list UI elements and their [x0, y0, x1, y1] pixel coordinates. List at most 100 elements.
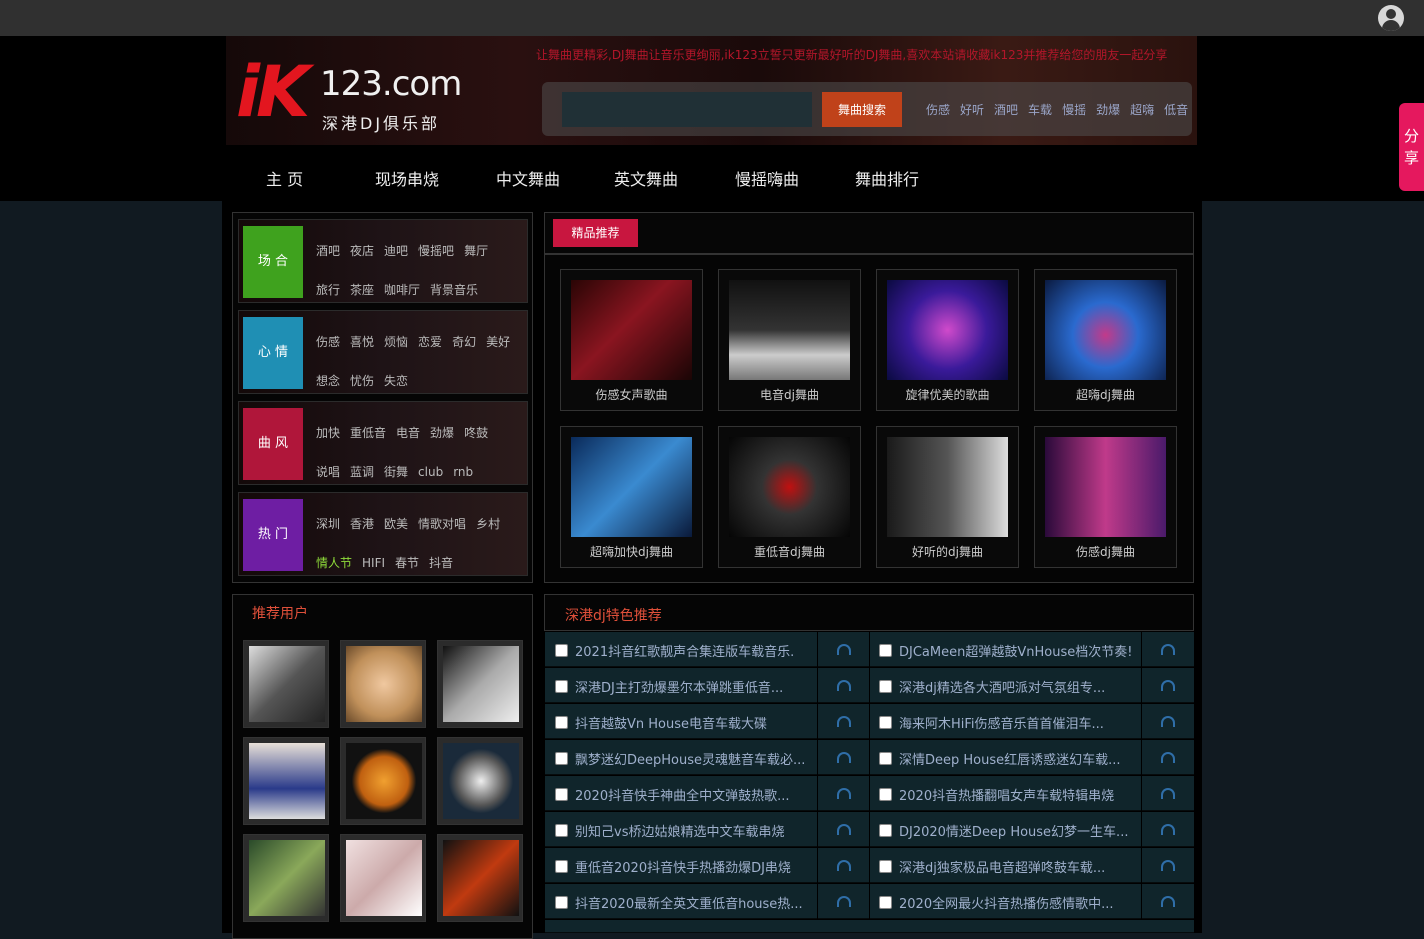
- category-item[interactable]: 说唱: [316, 463, 340, 481]
- category-label[interactable]: 心 情: [243, 317, 303, 389]
- category-item[interactable]: 奇幻: [452, 333, 476, 351]
- user-thumb[interactable]: [437, 834, 523, 922]
- user-thumb[interactable]: [340, 737, 426, 825]
- user-thumb[interactable]: [243, 737, 329, 825]
- category-item[interactable]: 咚鼓: [464, 424, 488, 442]
- category-item[interactable]: 烦恼: [384, 333, 408, 351]
- category-item[interactable]: 忧伤: [350, 372, 374, 390]
- tag-link[interactable]: 超嗨: [1130, 103, 1154, 117]
- user-thumb[interactable]: [437, 737, 523, 825]
- category-item[interactable]: 想念: [316, 372, 340, 390]
- category-item[interactable]: 咖啡厅: [384, 281, 420, 299]
- category-item[interactable]: 情歌对唱: [418, 515, 466, 533]
- featured-card[interactable]: 重低音dj舞曲: [718, 426, 861, 568]
- row-checkbox[interactable]: [879, 644, 892, 657]
- row-checkbox[interactable]: [879, 824, 892, 837]
- tab-featured[interactable]: 精品推荐: [553, 219, 638, 247]
- track-title[interactable]: 飘梦迷幻DeepHouse灵魂魅音车载必...: [575, 749, 810, 768]
- row-checkbox[interactable]: [555, 824, 568, 837]
- featured-card[interactable]: 伤感dj舞曲: [1034, 426, 1177, 568]
- tag-link[interactable]: 低音: [1164, 103, 1188, 117]
- category-item[interactable]: 美好: [486, 333, 510, 351]
- track-title[interactable]: 深情Deep House红唇诱惑迷幻车载...: [899, 749, 1134, 768]
- nav-english[interactable]: 英文舞曲: [614, 166, 678, 190]
- track-title[interactable]: DJCaMeen超弹越鼓VnHouse档次节奏!: [899, 641, 1134, 660]
- track-title[interactable]: 深港dj独家极品电音超弹咚鼓车载...: [899, 857, 1134, 876]
- category-item[interactable]: rnb: [453, 463, 473, 481]
- track-title[interactable]: 重低音2020抖音快手热播劲爆DJ串烧: [575, 857, 810, 876]
- row-checkbox[interactable]: [555, 680, 568, 693]
- track-title[interactable]: 海来阿木HiFi伤感音乐首首催泪车...: [899, 713, 1134, 732]
- category-item[interactable]: HIFI: [362, 554, 385, 572]
- headphones-icon[interactable]: [1161, 860, 1175, 871]
- row-checkbox[interactable]: [879, 752, 892, 765]
- headphones-icon[interactable]: [1161, 644, 1175, 655]
- nav-live-mix[interactable]: 现场串烧: [375, 166, 439, 190]
- category-item[interactable]: 情人节: [316, 554, 352, 572]
- user-icon[interactable]: [1378, 5, 1404, 31]
- headphones-icon[interactable]: [837, 788, 851, 799]
- category-item[interactable]: 欧美: [384, 515, 408, 533]
- share-button[interactable]: 分享: [1399, 103, 1424, 191]
- nav-home[interactable]: 主 页: [266, 166, 303, 190]
- track-title[interactable]: 2021抖音红歌靓声合集连版车载音乐.: [575, 641, 810, 660]
- category-item[interactable]: 深圳: [316, 515, 340, 533]
- category-item[interactable]: 蓝调: [350, 463, 374, 481]
- category-item[interactable]: 茶座: [350, 281, 374, 299]
- category-item[interactable]: 伤感: [316, 333, 340, 351]
- row-checkbox[interactable]: [555, 644, 568, 657]
- category-label[interactable]: 热 门: [243, 499, 303, 571]
- track-title[interactable]: DJ2020情迷Deep House幻梦一生车...: [899, 821, 1134, 840]
- category-item[interactable]: 劲爆: [430, 424, 454, 442]
- category-item[interactable]: 重低音: [350, 424, 386, 442]
- featured-card[interactable]: 旋律优美的歌曲: [876, 269, 1019, 411]
- track-title[interactable]: 别知己vs桥边姑娘精选中文车载串烧: [575, 821, 810, 840]
- headphones-icon[interactable]: [837, 752, 851, 763]
- headphones-icon[interactable]: [837, 896, 851, 907]
- category-item[interactable]: 加快: [316, 424, 340, 442]
- category-item[interactable]: 夜店: [350, 242, 374, 260]
- track-title[interactable]: 2020全网最火抖音热播伤感情歌中...: [899, 893, 1134, 912]
- user-thumb[interactable]: [340, 640, 426, 728]
- category-item[interactable]: 酒吧: [316, 242, 340, 260]
- user-thumb[interactable]: [243, 640, 329, 728]
- site-logo[interactable]: iK 123.com 深港DJ俱乐部: [236, 50, 466, 140]
- featured-card[interactable]: 超嗨dj舞曲: [1034, 269, 1177, 411]
- tag-link[interactable]: 车载: [1028, 103, 1052, 117]
- track-title[interactable]: 深港dj精选各大酒吧派对气氛组专...: [899, 677, 1134, 696]
- category-item[interactable]: 抖音: [429, 554, 453, 572]
- nav-slow[interactable]: 慢摇嗨曲: [735, 166, 799, 190]
- tag-link[interactable]: 酒吧: [994, 103, 1018, 117]
- category-item[interactable]: 喜悦: [350, 333, 374, 351]
- category-item[interactable]: 香港: [350, 515, 374, 533]
- user-thumb[interactable]: [243, 834, 329, 922]
- category-item[interactable]: 慢摇吧: [418, 242, 454, 260]
- user-thumb[interactable]: [437, 640, 523, 728]
- category-item[interactable]: 街舞: [384, 463, 408, 481]
- headphones-icon[interactable]: [837, 680, 851, 691]
- headphones-icon[interactable]: [837, 824, 851, 835]
- row-checkbox[interactable]: [879, 716, 892, 729]
- track-title[interactable]: 抖音越鼓Vn House电音车载大碟: [575, 713, 810, 732]
- featured-card[interactable]: 伤感女声歌曲: [560, 269, 703, 411]
- headphones-icon[interactable]: [1161, 716, 1175, 727]
- track-title[interactable]: 抖音2020最新全英文重低音house热...: [575, 893, 810, 912]
- track-title[interactable]: 2020抖音快手神曲全中文弹鼓热歌...: [575, 785, 810, 804]
- headphones-icon[interactable]: [1161, 824, 1175, 835]
- row-checkbox[interactable]: [879, 680, 892, 693]
- headphones-icon[interactable]: [1161, 752, 1175, 763]
- row-checkbox[interactable]: [555, 752, 568, 765]
- headphones-icon[interactable]: [1161, 896, 1175, 907]
- category-item[interactable]: 迪吧: [384, 242, 408, 260]
- category-item[interactable]: 电音: [396, 424, 420, 442]
- category-item[interactable]: 乡村: [476, 515, 500, 533]
- search-input[interactable]: [562, 92, 812, 127]
- category-label[interactable]: 场 合: [243, 226, 303, 298]
- search-button[interactable]: 舞曲搜索: [822, 92, 902, 127]
- track-title[interactable]: 2020抖音热播翻唱女声车载特辑串烧: [899, 785, 1134, 804]
- featured-card[interactable]: 电音dj舞曲: [718, 269, 861, 411]
- category-item[interactable]: 春节: [395, 554, 419, 572]
- category-item[interactable]: 失恋: [384, 372, 408, 390]
- row-checkbox[interactable]: [555, 788, 568, 801]
- row-checkbox[interactable]: [555, 860, 568, 873]
